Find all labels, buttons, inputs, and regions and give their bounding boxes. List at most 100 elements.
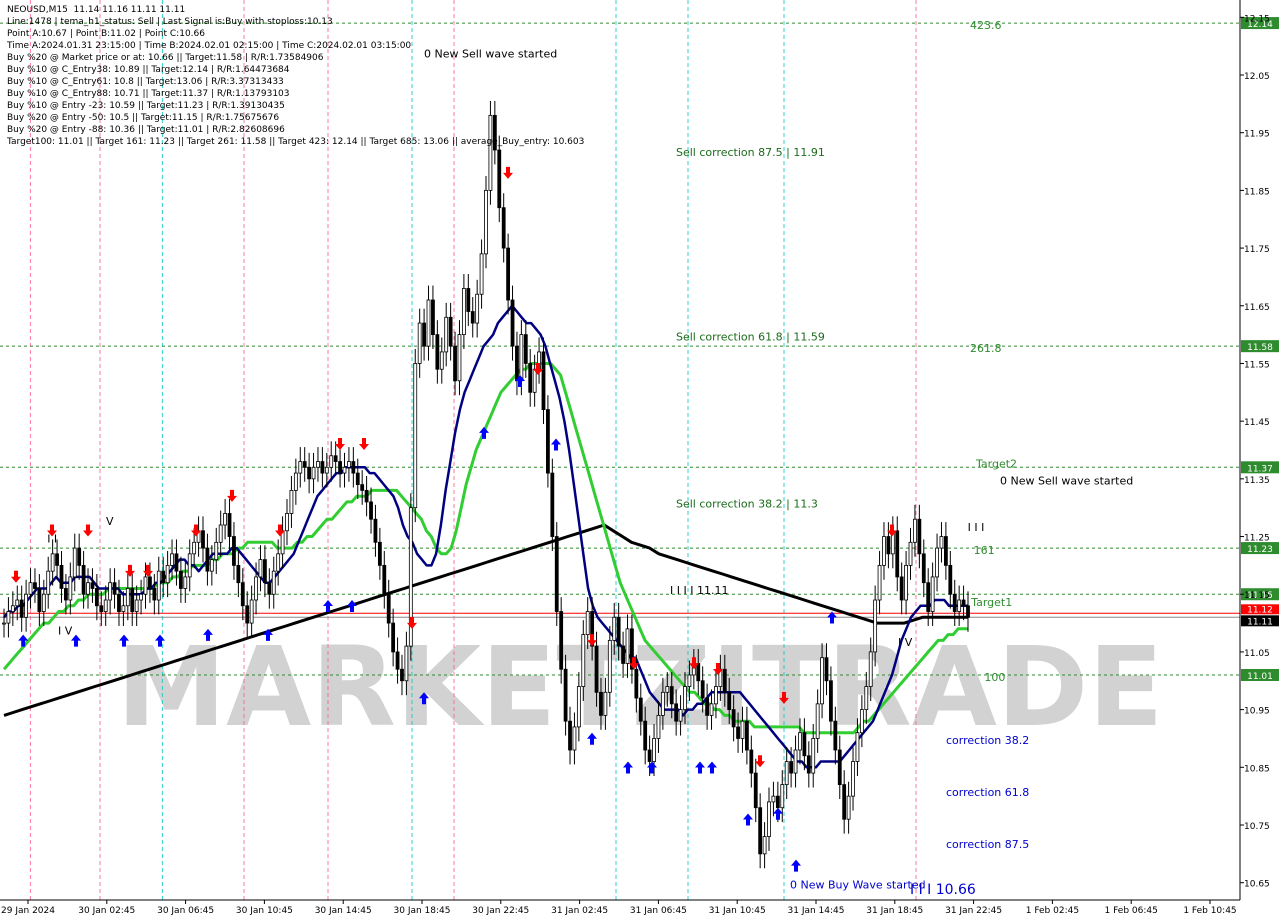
candle-bull	[316, 461, 320, 468]
candle-bull	[24, 593, 29, 618]
candle-bear	[789, 761, 794, 774]
candle-bear	[448, 316, 453, 347]
candle-bull	[488, 114, 493, 191]
candle-bear	[621, 645, 625, 664]
candle-bull	[223, 513, 228, 526]
candle-bull	[855, 732, 860, 762]
candle-bear	[431, 299, 435, 336]
candle-bear	[563, 668, 568, 722]
candle-bear	[19, 599, 24, 618]
chart-annotation: correction 87.5	[946, 838, 1029, 851]
y-tick-label: 11.15	[1244, 591, 1270, 601]
candle-bull	[811, 738, 816, 774]
candle-bear	[369, 501, 373, 520]
candle-bear	[338, 461, 342, 474]
candle-bear	[744, 720, 749, 751]
candle-bull	[484, 189, 488, 255]
candle-bull	[935, 547, 939, 578]
candle-bear	[722, 668, 727, 693]
candle-bull	[298, 461, 303, 474]
chart-annotation: 0 New Sell wave started	[1000, 475, 1133, 488]
x-tick-label: 31 Jan 22:45	[945, 906, 1002, 916]
candle-bull	[41, 593, 46, 612]
candle-bull	[859, 709, 864, 734]
y-tick-label: 12.15	[1244, 14, 1270, 24]
chart-annotation: Target2	[975, 457, 1017, 470]
candle-bear	[736, 726, 740, 739]
candle-bull	[656, 714, 661, 739]
candle-bull	[218, 524, 223, 543]
candle-bull	[767, 801, 771, 837]
time-axis: 29 Jan 2024 30 Jan 02:45 30 Jan 06:45 30 Ja…	[0, 899, 1240, 916]
candle-bear	[727, 691, 732, 711]
candle-bear	[333, 455, 338, 462]
candle-bear	[824, 657, 829, 682]
candle-bull	[28, 582, 33, 595]
candle-bull	[2, 622, 6, 625]
x-tick-label: 31 Jan 02:45	[551, 906, 608, 916]
candle-bull	[121, 605, 126, 612]
candle-bear	[634, 668, 639, 699]
candle-bull	[678, 709, 683, 722]
y-tick-label: 10.95	[1244, 707, 1270, 717]
candle-bear	[174, 553, 179, 572]
candle-bull	[868, 651, 873, 687]
candle-bull	[134, 599, 139, 612]
x-tick-label: 1 Feb 10:45	[1183, 906, 1236, 916]
candle-bull	[762, 836, 767, 855]
candle-bear	[81, 564, 86, 595]
candle-bull	[183, 576, 188, 589]
x-tick-label: 30 Jan 06:45	[157, 906, 214, 916]
candle-bull	[6, 611, 11, 624]
candle-bear	[377, 541, 382, 566]
candle-bear	[599, 691, 603, 716]
candle-bull	[612, 616, 617, 641]
candle-bull	[475, 293, 480, 324]
price-chart[interactable]: MARKETZITRADE 0 New Sell wave started Sel…	[0, 0, 1280, 920]
candle-bull	[904, 564, 908, 601]
chart-annotation: 0 New Buy Wave started	[790, 878, 926, 891]
candle-bear	[943, 536, 948, 566]
candle-bear	[99, 605, 104, 612]
candle-bull	[882, 536, 886, 566]
candle-bull	[108, 582, 113, 601]
candle-bear	[386, 593, 391, 624]
chart-annotation: Target1	[970, 596, 1012, 609]
candle-bear	[966, 605, 970, 618]
chart-annotation: Sell correction 87.5 | 11.91	[676, 146, 825, 159]
current-price-label-red: 11.12	[1247, 605, 1273, 615]
candle-bear	[515, 345, 519, 382]
candle-bear	[245, 605, 250, 624]
candle-bull	[532, 368, 537, 393]
candle-bear	[674, 703, 679, 722]
y-tick-label: 11.85	[1244, 187, 1270, 197]
chart-annotation: I I I I 11.11	[670, 584, 728, 597]
candle-bear	[731, 709, 736, 728]
candle-bull	[771, 795, 776, 803]
candle-bull	[276, 553, 281, 572]
candle-bear	[492, 114, 497, 151]
candle-bear	[837, 749, 842, 786]
candle-bear	[842, 784, 847, 820]
watermark-text: MARKETZITRADE	[117, 623, 1164, 751]
candle-bull	[798, 732, 802, 751]
candle-bear	[152, 588, 157, 601]
candle-bear	[395, 651, 400, 670]
chart-annotation: I V	[58, 625, 73, 638]
candle-bear	[453, 345, 457, 382]
candle-bull	[820, 657, 824, 705]
candle-bull	[439, 351, 444, 370]
candle-bull	[665, 686, 670, 693]
candle-bull	[347, 461, 351, 468]
candle-bull	[271, 570, 276, 595]
level-price-label: 11.58	[1247, 343, 1273, 353]
chart-annotation: 261.8	[970, 342, 1002, 355]
candle-bull	[289, 489, 294, 514]
candle-bear	[302, 461, 307, 468]
candle-bear	[541, 351, 546, 411]
candle-bull	[156, 570, 161, 601]
candle-bull	[908, 541, 913, 566]
chart-annotation: 161	[974, 544, 995, 557]
candle-bear	[833, 720, 838, 751]
y-tick-label: 11.75	[1244, 245, 1270, 255]
